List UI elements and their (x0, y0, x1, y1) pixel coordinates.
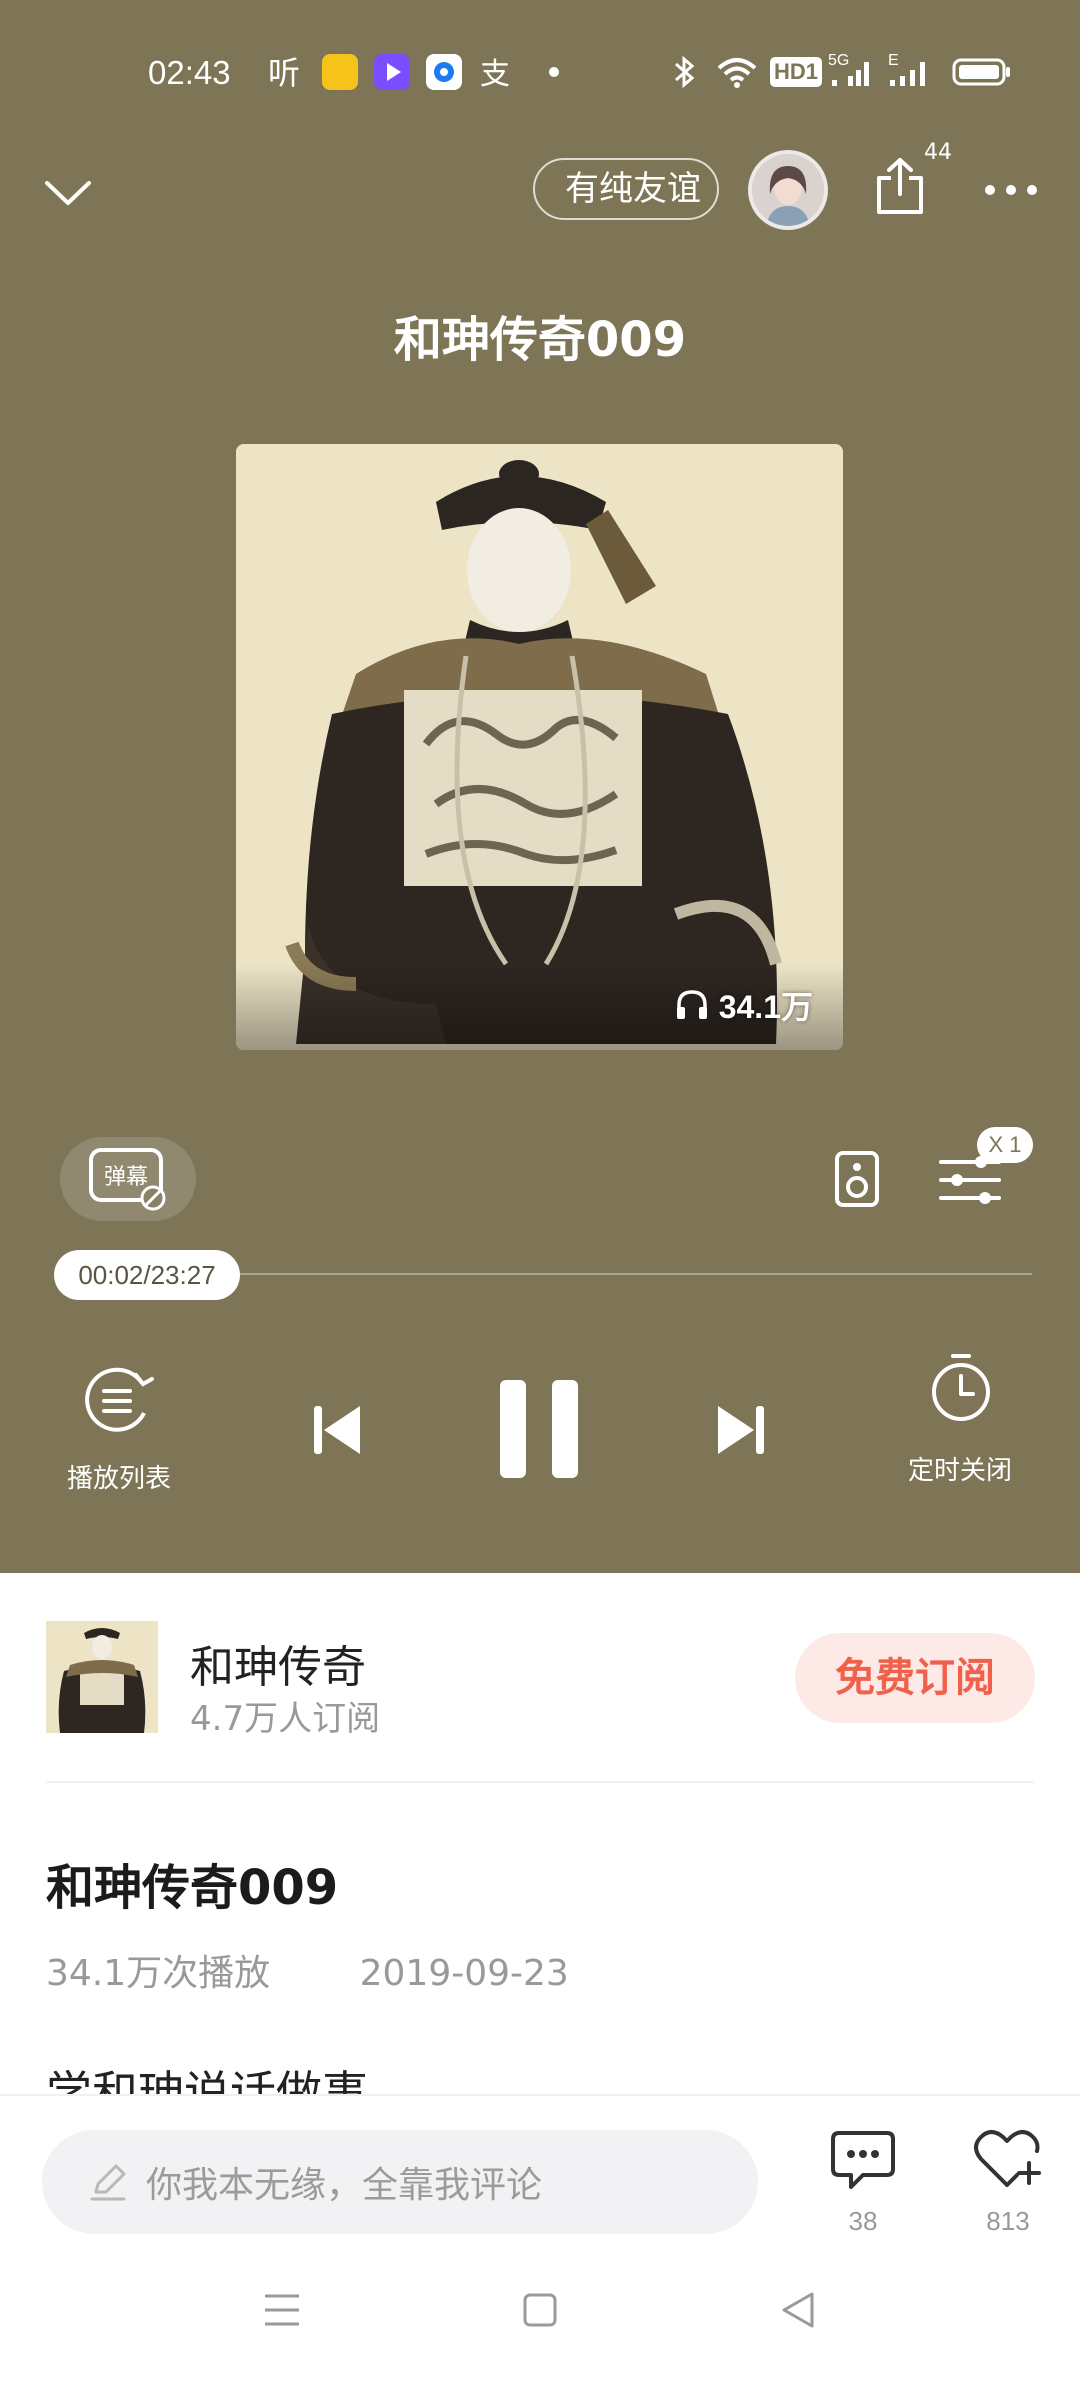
battery-icon (952, 54, 1012, 90)
danmu-toggle-button[interactable]: 弹幕 (60, 1137, 196, 1221)
comment-placeholder: 你我本无缘，全靠我评论 (146, 2165, 543, 2206)
ting-icon: 听 (268, 54, 308, 90)
dot-icon (548, 54, 560, 90)
playlist-label: 播放列表 (66, 1464, 171, 1494)
home-nav-button[interactable] (520, 2290, 560, 2330)
playlist-button[interactable] (78, 1364, 158, 1438)
album-name[interactable]: 和珅传奇 (190, 1631, 366, 1695)
status-time: 02:43 (148, 54, 231, 91)
signal-5g-icon: 5G (828, 52, 874, 90)
subscribe-button[interactable]: 免费订阅 (795, 1633, 1035, 1723)
headphones-icon (676, 990, 707, 1019)
avatar[interactable] (748, 150, 828, 230)
browser-app-icon (426, 54, 462, 90)
detail-play-count: 34.1万次播放 (46, 1953, 271, 1994)
speaker-button[interactable] (830, 1148, 884, 1210)
more-icon (985, 185, 1037, 195)
skip-next-icon (718, 1406, 764, 1454)
danmu-label: 弹幕 (104, 1165, 148, 1190)
pause-icon (500, 1380, 578, 1478)
friend-pill[interactable]: 有纯友谊 (533, 158, 719, 220)
player-panel: 02:43 听 支 HD1 5G E 有纯友谊 44 和珅传奇009 34.1万… (0, 0, 1080, 1573)
next-button[interactable] (714, 1400, 768, 1460)
home-square-icon (523, 2293, 557, 2327)
comments-button[interactable] (828, 2128, 898, 2192)
speed-badge[interactable]: X 1 (977, 1127, 1033, 1163)
status-bar: 02:43 听 支 HD1 5G E (0, 48, 1080, 96)
portrait-image (236, 444, 843, 1050)
share-button[interactable] (868, 150, 932, 222)
speaker-icon (835, 1151, 879, 1207)
timer-icon (932, 1354, 990, 1421)
episode-title: 和珅传奇009 (393, 312, 687, 368)
album-thumbnail[interactable] (46, 1621, 158, 1733)
playlist-icon (85, 1367, 154, 1432)
like-button[interactable] (972, 2126, 1044, 2192)
share-count: 44 (924, 140, 952, 165)
menu-nav-button[interactable] (262, 2290, 302, 2330)
album-row[interactable]: 和珅传奇 4.7万人订阅 免费订阅 (0, 1573, 1080, 1781)
system-nav-bar (0, 2244, 1080, 2400)
comment-input[interactable]: 你我本无缘，全靠我评论 (42, 2130, 758, 2234)
svg-text:听: 听 (268, 54, 300, 90)
svg-text:支: 支 (480, 57, 510, 90)
signal-e-icon: E (888, 52, 934, 90)
pencil-icon (90, 2164, 126, 2201)
video-app-icon (374, 54, 410, 90)
previous-button[interactable] (310, 1400, 364, 1460)
back-nav-button[interactable] (778, 2290, 818, 2330)
heart-plus-icon (974, 2130, 1041, 2187)
progress-time-pill[interactable]: 00:02/23:27 (54, 1250, 240, 1300)
album-subscribers: 4.7万人订阅 (190, 1699, 381, 1739)
detail-title: 和珅传奇009 (46, 1860, 339, 1916)
detail-meta: 34.1万次播放 2019-09-23 (46, 1944, 647, 1996)
skip-previous-icon (314, 1406, 360, 1454)
bottom-bar: 你我本无缘，全靠我评论 38 813 (0, 2094, 1080, 2246)
alipay-icon: 支 (478, 54, 518, 90)
cover-art: 34.1万 (236, 444, 843, 1050)
hd-icon: HD1 (770, 54, 823, 90)
danmu-off-icon: 弹幕 (89, 1148, 166, 1211)
divider (46, 1781, 1034, 1783)
comment-count: 38 (848, 2206, 878, 2236)
timer-label: 定时关闭 (907, 1456, 1012, 1486)
menu-icon (265, 2294, 299, 2326)
collapse-button[interactable] (38, 162, 98, 222)
wifi-icon (716, 54, 758, 90)
share-icon (877, 158, 923, 214)
detail-date: 2019-09-23 (359, 1953, 569, 1994)
cover-play-count: 34.1万 (675, 982, 813, 1028)
pause-button[interactable] (494, 1374, 584, 1484)
comment-icon (831, 2131, 895, 2189)
chevron-down-icon (45, 181, 91, 205)
play-count-text: 34.1万 (718, 989, 813, 1025)
more-button[interactable] (980, 170, 1042, 210)
bluetooth-icon (672, 54, 698, 90)
back-triangle-icon (782, 2292, 814, 2328)
yellow-app-icon (322, 54, 358, 90)
like-count: 813 (986, 2206, 1030, 2236)
sleep-timer-button[interactable] (926, 1350, 996, 1426)
detail-description: 学和珅说话做事 (46, 2066, 368, 2094)
